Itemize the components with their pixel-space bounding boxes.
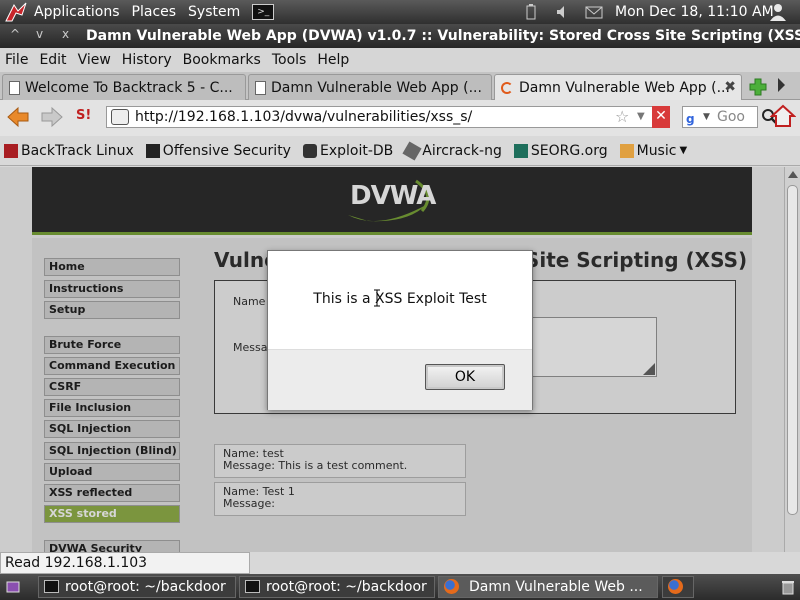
menu-view[interactable]: View	[78, 52, 111, 68]
url-bar[interactable]: http://192.168.1.103/dvwa/vulnerabilitie…	[106, 106, 670, 128]
history-dropdown-icon[interactable]: ▼	[637, 107, 645, 127]
backtrack-dragon-icon	[4, 143, 18, 158]
search-box[interactable]: g ▼ Goo	[682, 106, 758, 128]
page-icon	[255, 80, 266, 95]
menu-system[interactable]: System	[188, 4, 240, 20]
text-cursor-icon	[374, 289, 380, 307]
clock[interactable]: Mon Dec 18, 11:10 AM	[615, 0, 774, 24]
tab-dvwa-1[interactable]: Damn Vulnerable Web App (...	[248, 74, 492, 100]
menu-applications[interactable]: Applications	[34, 4, 120, 20]
taskbar-firefox-dvwa[interactable]: Damn Vulnerable Web ...	[438, 576, 658, 598]
volume-icon[interactable]	[556, 4, 570, 20]
menu-bookmarks[interactable]: Bookmarks	[183, 52, 261, 68]
close-tab-icon[interactable]: ✖	[724, 79, 736, 95]
exploit-db-icon	[302, 143, 317, 158]
menu-tools[interactable]: Tools	[272, 52, 307, 68]
top-panel: Applications Places System >_ Mon Dec 18…	[0, 0, 800, 24]
stumbleupon-icon[interactable]: S!	[76, 108, 98, 128]
bottom-panel: root@root: ~/backdoor root@root: ~/backd…	[0, 574, 800, 600]
loading-spinner-icon	[501, 81, 513, 94]
bookmark-backtrack-linux[interactable]: BackTrack Linux	[4, 143, 134, 159]
ok-button[interactable]: OK	[425, 364, 505, 390]
folder-icon	[619, 143, 634, 158]
menu-file[interactable]: File	[5, 52, 28, 68]
site-identity-icon[interactable]	[111, 109, 129, 125]
back-arrow-icon[interactable]	[6, 106, 30, 128]
seorg-icon	[513, 143, 528, 158]
page-scrollbar[interactable]	[784, 167, 800, 552]
taskbar-terminal-2[interactable]: root@root: ~/backdoor	[239, 576, 435, 598]
taskbar-firefox-2[interactable]	[662, 576, 694, 598]
bookmarks-toolbar: BackTrack Linux Offensive Security Explo…	[0, 136, 800, 166]
firefox-icon	[444, 579, 459, 594]
scrollbar-thumb[interactable]	[787, 185, 798, 515]
new-tab-button[interactable]	[746, 76, 770, 98]
tab-dvwa-active[interactable]: Damn Vulnerable Web App (... ✖	[494, 74, 742, 100]
chevron-down-icon: ▼	[679, 145, 688, 156]
tab-list-arrow-icon[interactable]	[778, 78, 785, 92]
scroll-up-icon[interactable]	[788, 171, 798, 178]
terminal-icon	[245, 580, 260, 593]
alert-dialog: This is a XSS Exploit Test OK	[267, 250, 533, 410]
google-icon[interactable]: g	[686, 109, 702, 126]
menu-edit[interactable]: Edit	[39, 52, 66, 68]
url-text: http://192.168.1.103/dvwa/vulnerabilitie…	[135, 109, 473, 125]
search-placeholder: Goo	[717, 109, 745, 125]
status-bar: Read 192.168.1.103	[0, 552, 250, 574]
terminal-launcher-icon[interactable]: >_	[252, 4, 275, 20]
aircrack-icon	[402, 140, 422, 161]
tab-strip: Welcome To Backtrack 5 - C... Damn Vulne…	[0, 72, 800, 100]
plus-icon	[749, 78, 767, 96]
terminal-icon	[44, 580, 59, 593]
taskbar-terminal-1[interactable]: root@root: ~/backdoor	[38, 576, 236, 598]
browser-menubar: File Edit View History Bookmarks Tools H…	[0, 48, 800, 72]
firefox-icon	[668, 579, 683, 594]
backtrack-dragon-icon[interactable]	[4, 1, 28, 23]
trash-icon[interactable]	[780, 579, 796, 595]
window-close-button[interactable]: x	[62, 27, 69, 41]
menu-history[interactable]: History	[122, 52, 172, 68]
menu-places[interactable]: Places	[132, 4, 177, 20]
window-roll-up-button[interactable]: ^	[10, 27, 20, 41]
mail-icon[interactable]	[585, 4, 603, 20]
window-minimize-button[interactable]: v	[36, 27, 43, 41]
bookmark-offensive-security[interactable]: Offensive Security	[145, 143, 291, 159]
show-desktop-icon[interactable]	[6, 580, 20, 594]
bookmark-folder-music[interactable]: Music ▼	[619, 143, 688, 159]
bookmark-seorg[interactable]: SEORG.org	[513, 143, 608, 159]
bookmark-star-icon[interactable]: ☆	[615, 107, 629, 127]
forward-arrow-icon[interactable]	[40, 106, 64, 128]
page-icon	[9, 80, 20, 95]
menu-help[interactable]: Help	[317, 52, 349, 68]
bookmark-exploit-db[interactable]: Exploit-DB	[302, 143, 393, 159]
window-title-bar[interactable]: ^ v x Damn Vulnerable Web App (DVWA) v1.…	[0, 24, 800, 48]
stop-loading-icon[interactable]: ✕	[652, 106, 670, 128]
offsec-icon	[145, 143, 160, 158]
bookmark-aircrack-ng[interactable]: Aircrack-ng	[402, 140, 502, 161]
home-icon[interactable]	[770, 104, 796, 128]
tab-welcome-backtrack[interactable]: Welcome To Backtrack 5 - C...	[2, 74, 246, 100]
alert-message: This is a XSS Exploit Test	[313, 291, 487, 307]
window-title: Damn Vulnerable Web App (DVWA) v1.0.7 ::…	[86, 28, 800, 44]
battery-icon[interactable]	[526, 4, 536, 20]
search-engine-dropdown-icon[interactable]: ▼	[703, 107, 710, 127]
alert-button-area: OK	[268, 349, 532, 410]
user-switch-icon[interactable]	[768, 2, 788, 22]
